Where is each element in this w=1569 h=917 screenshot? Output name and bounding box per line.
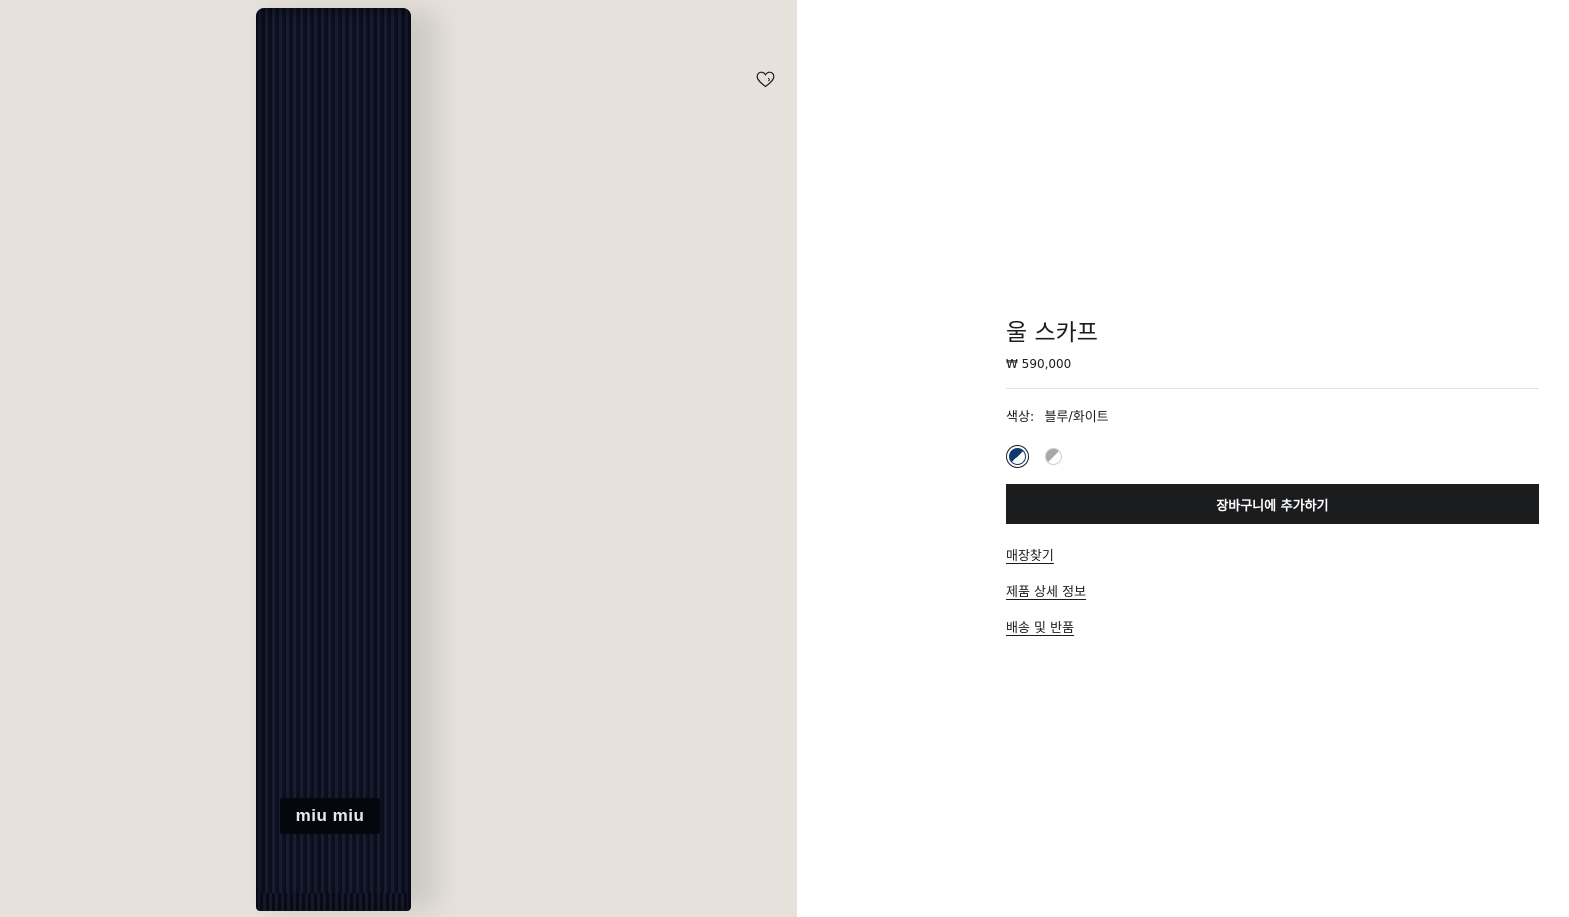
divider xyxy=(1006,388,1539,389)
product-image-scarf: miu miu xyxy=(256,8,411,911)
info-links: 매장찾기 제품 상세 정보 배송 및 반품 xyxy=(1006,548,1539,638)
product-details-link[interactable]: 제품 상세 정보 xyxy=(1006,584,1086,602)
swatch-blue-white-fill xyxy=(1009,447,1026,465)
heart-icon xyxy=(756,71,774,87)
wishlist-button[interactable] xyxy=(753,68,777,90)
product-page: miu miu 울 스카프 ₩ 590,000 색상: 블루/화이트 장바구니에 xyxy=(0,0,1569,917)
scarf-cuff xyxy=(260,893,407,911)
swatch-blue-white[interactable] xyxy=(1006,444,1029,468)
product-info: 울 스카프 ₩ 590,000 색상: 블루/화이트 장바구니에 추가하기 매장… xyxy=(1006,316,1539,656)
swatch-grey-white[interactable] xyxy=(1042,445,1065,468)
brand-label-patch: miu miu xyxy=(280,798,380,834)
color-selection-label: 색상: 블루/화이트 xyxy=(1006,409,1539,427)
shipping-returns-link[interactable]: 배송 및 반품 xyxy=(1006,620,1074,638)
add-to-bag-button[interactable]: 장바구니에 추가하기 xyxy=(1006,484,1539,524)
product-image-pane: miu miu xyxy=(0,0,797,917)
product-price: ₩ 590,000 xyxy=(1006,357,1072,371)
color-value: 블루/화이트 xyxy=(1044,410,1109,425)
swatch-grey-white-fill xyxy=(1045,447,1062,465)
find-store-link[interactable]: 매장찾기 xyxy=(1006,548,1054,566)
product-title: 울 스카프 xyxy=(1006,320,1098,346)
color-swatches xyxy=(1006,444,1539,468)
color-label: 색상: xyxy=(1006,410,1035,425)
